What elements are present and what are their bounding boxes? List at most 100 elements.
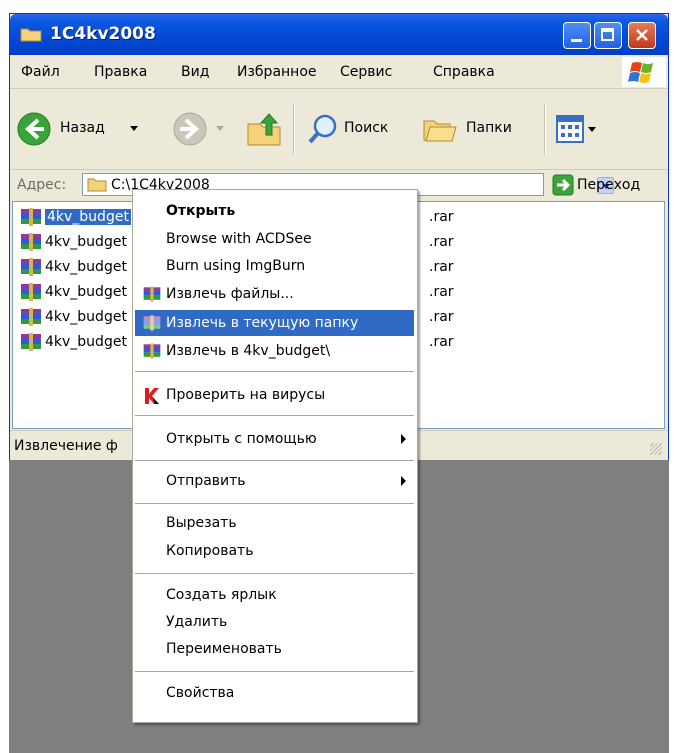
menu-separator	[135, 415, 414, 416]
go-label: Переход	[577, 177, 641, 193]
search-label: Поиск	[344, 120, 389, 136]
winrar-archive-icon	[143, 315, 161, 331]
menu-item-label: Переименовать	[166, 641, 282, 657]
maximize-icon	[601, 28, 614, 41]
folders-button[interactable]: Папки	[420, 109, 536, 149]
toolbar-separator	[293, 103, 295, 155]
menu-item-label: Browse with ACDSee	[166, 231, 312, 247]
kaspersky-icon	[145, 388, 159, 404]
menu-tools[interactable]: Сервис	[340, 64, 392, 80]
status-text: Извлечение ф	[14, 438, 118, 454]
views-icon	[556, 115, 584, 143]
menu-item-label: Открыть	[166, 203, 236, 219]
menu-separator	[135, 460, 414, 461]
toolbar: Назад Поиск Папки	[10, 89, 668, 170]
folders-icon	[423, 120, 457, 142]
menu-item-imgburn[interactable]: Burn using ImgBurn	[135, 253, 414, 279]
menu-favorites[interactable]: Избранное	[237, 64, 317, 80]
file-name: .rar	[429, 209, 454, 225]
menu-item-open[interactable]: Открыть	[135, 198, 414, 224]
menu-item-scan-virus[interactable]: Проверить на вирусы	[135, 382, 414, 408]
menu-item-label: Отправить	[166, 473, 246, 489]
menu-item-label: Извлечь в 4kv_budget\	[166, 343, 331, 359]
menu-separator	[135, 671, 414, 672]
close-icon	[636, 29, 648, 41]
winrar-archive-icon	[21, 258, 41, 276]
resize-grip-icon[interactable]	[650, 443, 662, 455]
minimize-button[interactable]	[563, 22, 591, 49]
menu-item-label: Проверить на вирусы	[166, 387, 326, 403]
menu-help[interactable]: Справка	[433, 64, 495, 80]
toolbar-separator	[544, 103, 546, 155]
menu-item-label: Burn using ImgBurn	[166, 258, 306, 274]
title-bar[interactable]: 1C4kv2008	[10, 14, 668, 55]
menu-item-label: Открыть с помощью	[166, 431, 317, 447]
menu-separator	[135, 371, 414, 372]
menu-item-rename[interactable]: Переименовать	[135, 636, 414, 662]
back-label: Назад	[60, 120, 105, 136]
window-title: 1C4kv2008	[50, 24, 156, 44]
menu-bar: Файл Правка Вид Избранное Сервис Справка	[10, 56, 668, 89]
submenu-arrow-icon	[401, 434, 406, 444]
go-button[interactable]: Переход	[550, 172, 666, 198]
close-button[interactable]	[628, 22, 656, 49]
menu-item-create-shortcut[interactable]: Создать ярлык	[135, 582, 414, 608]
back-button[interactable]: Назад	[14, 109, 154, 149]
menu-item-extract-to[interactable]: Извлечь в 4kv_budget\	[135, 338, 414, 364]
menu-item-send-to[interactable]: Отправить	[135, 468, 414, 494]
chevron-down-icon	[216, 126, 224, 131]
file-name: 4kv_budget	[45, 209, 131, 225]
forward-button[interactable]	[170, 109, 230, 149]
menu-item-acdsee[interactable]: Browse with ACDSee	[135, 226, 414, 252]
menu-item-delete[interactable]: Удалить	[135, 609, 414, 635]
file-name: 4kv_budget	[45, 284, 127, 300]
menu-view[interactable]: Вид	[181, 64, 209, 80]
address-label: Адрес:	[17, 177, 67, 193]
winrar-archive-icon	[21, 233, 41, 251]
up-folder-icon[interactable]	[245, 110, 283, 148]
go-arrow-icon	[552, 174, 574, 196]
file-name: .rar	[429, 334, 454, 350]
menu-item-label: Извлечь в текущую папку	[166, 315, 359, 331]
windows-logo-icon	[622, 57, 666, 87]
menu-item-copy[interactable]: Копировать	[135, 538, 414, 564]
folders-label: Папки	[466, 120, 512, 136]
menu-file[interactable]: Файл	[21, 64, 60, 80]
folder-icon	[20, 28, 42, 42]
menu-item-cut[interactable]: Вырезать	[135, 510, 414, 536]
file-name: .rar	[429, 234, 454, 250]
winrar-archive-icon	[143, 343, 161, 359]
forward-arrow-icon	[173, 112, 207, 146]
menu-item-label: Копировать	[166, 543, 254, 559]
winrar-archive-icon	[21, 283, 41, 301]
file-name: .rar	[429, 309, 454, 325]
menu-item-extract-files[interactable]: Извлечь файлы...	[135, 281, 414, 307]
chevron-down-icon	[588, 127, 596, 132]
search-icon	[308, 114, 337, 144]
folder-icon	[87, 178, 107, 192]
winrar-archive-icon	[143, 286, 161, 302]
chevron-down-icon	[130, 126, 138, 131]
file-name: 4kv_budget	[45, 259, 127, 275]
menu-edit[interactable]: Правка	[94, 64, 147, 80]
winrar-archive-icon	[21, 308, 41, 326]
file-name: .rar	[429, 284, 454, 300]
menu-item-label: Извлечь файлы...	[166, 286, 294, 302]
views-button[interactable]	[554, 111, 600, 147]
submenu-arrow-icon	[401, 476, 406, 486]
search-button[interactable]: Поиск	[304, 109, 414, 149]
menu-item-label: Удалить	[166, 614, 228, 630]
menu-item-label: Свойства	[166, 685, 235, 701]
menu-item-label: Вырезать	[166, 515, 237, 531]
winrar-archive-icon	[21, 208, 41, 226]
winrar-archive-icon	[21, 333, 41, 351]
menu-item-open-with[interactable]: Открыть с помощью	[135, 426, 414, 452]
menu-separator	[135, 503, 414, 504]
menu-item-properties[interactable]: Свойства	[135, 680, 414, 706]
file-name: 4kv_budget	[45, 334, 127, 350]
menu-item-label: Создать ярлык	[166, 587, 277, 603]
back-arrow-icon	[17, 112, 51, 146]
context-menu: Открыть Browse with ACDSee Burn using Im…	[132, 189, 418, 723]
maximize-button[interactable]	[594, 22, 622, 49]
menu-item-extract-here[interactable]: Извлечь в текущую папку	[135, 310, 414, 336]
